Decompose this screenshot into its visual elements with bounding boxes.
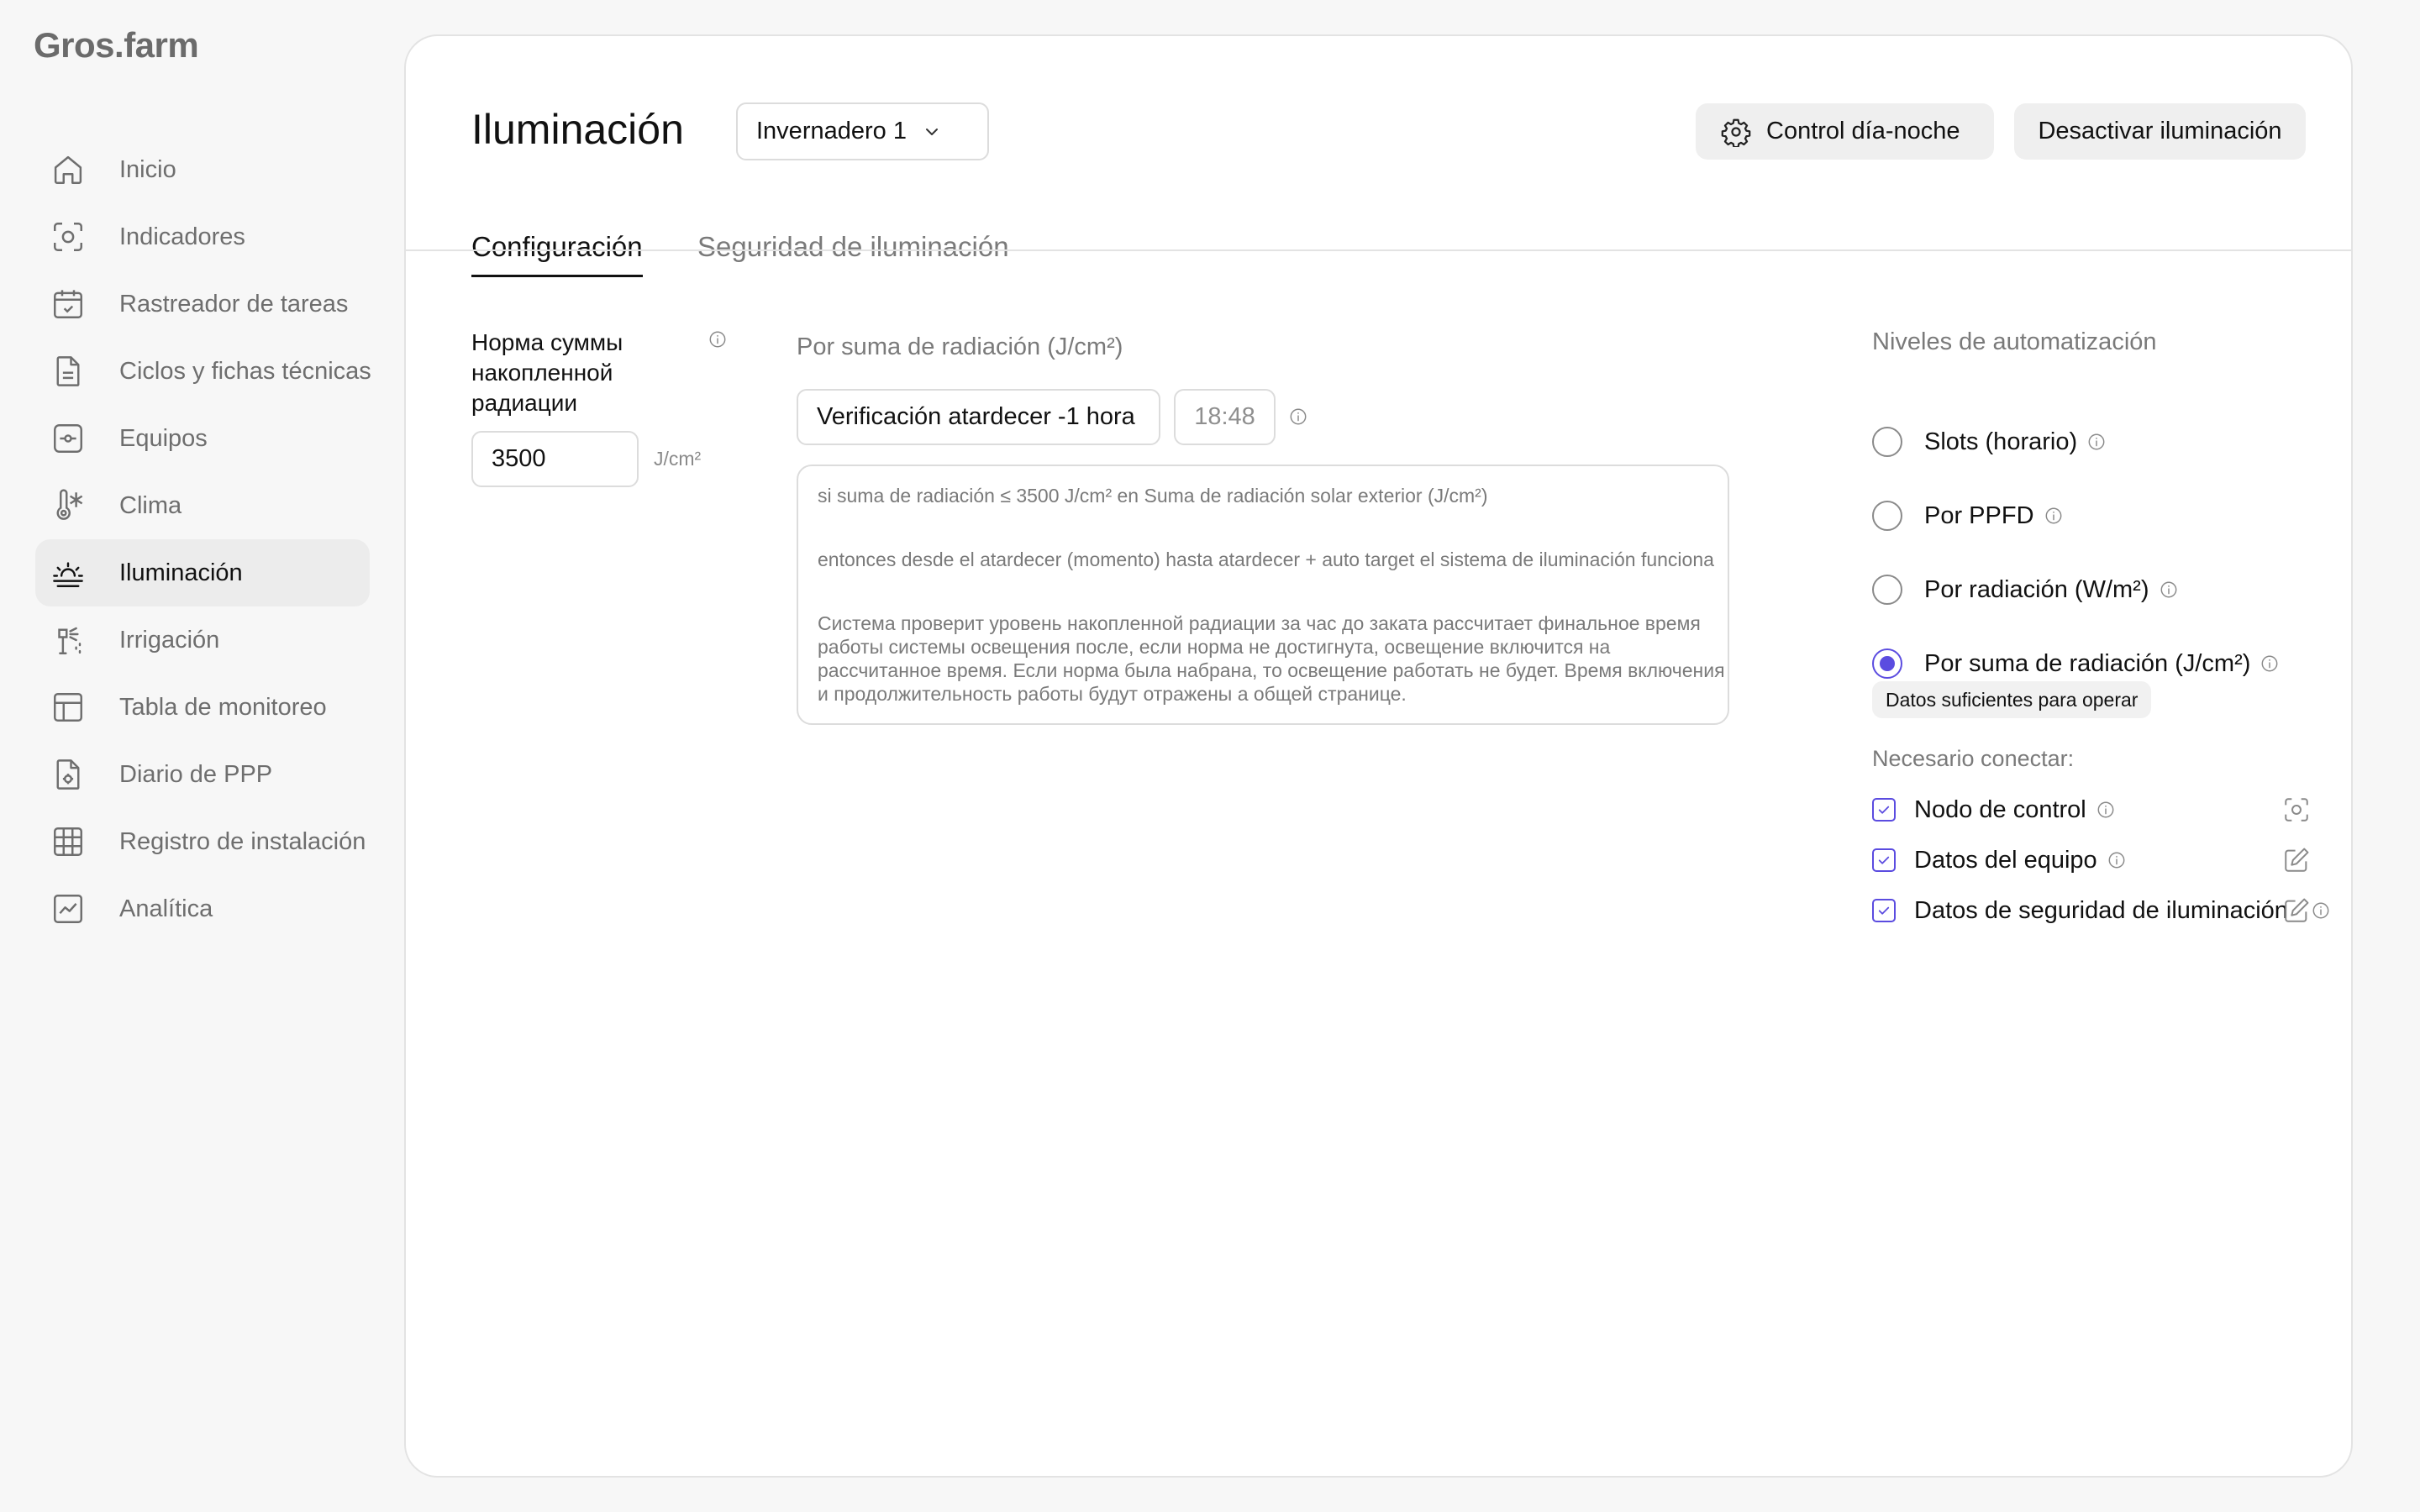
requirement-control-node: Nodo de control — [1872, 793, 2115, 827]
info-icon[interactable] — [708, 330, 727, 349]
chart-line-icon — [50, 891, 86, 927]
sidebar-item-label: Irrigación — [119, 626, 220, 654]
automation-option-radiation-sum[interactable]: Por suma de radiación (J/cm²) — [1872, 647, 2279, 680]
table-icon — [50, 690, 86, 725]
radio-label: Slots (horario) — [1924, 428, 2078, 455]
sidebar-item-label: Equipos — [119, 424, 208, 452]
sunrise-icon — [50, 555, 86, 591]
sidebar-item-indicadores[interactable]: Indicadores — [35, 203, 370, 270]
sidebar-item-ciclos[interactable]: Ciclos y fichas técnicas — [35, 338, 371, 405]
document-icon — [50, 354, 86, 389]
sidebar-item-diario-de-ppp[interactable]: Diario de PPP — [35, 741, 370, 808]
app-logo[interactable]: Gros.farm — [34, 25, 199, 66]
info-icon[interactable] — [2107, 851, 2126, 869]
rule-description-box: si suma de radiación ≤ 3500 J/cm² en Sum… — [797, 465, 1729, 725]
equipment-icon — [50, 421, 86, 456]
sidebar-item-equipos[interactable]: Equipos — [35, 405, 370, 472]
sidebar-item-inicio[interactable]: Inicio — [35, 136, 370, 203]
radio-label: Por suma de radiación (J/cm²) — [1924, 649, 2251, 677]
radio-button[interactable] — [1872, 501, 1902, 531]
edit-icon[interactable] — [2282, 896, 2311, 925]
sidebar-nav: Inicio Indicadores Rastreador de tareas … — [35, 136, 371, 942]
tab-active-indicator — [471, 275, 643, 277]
sidebar-item-analitica[interactable]: Analítica — [35, 875, 370, 942]
sidebar-item-label: Iluminación — [119, 559, 243, 586]
sunset-check-select[interactable]: Verificación atardecer -1 hora — [797, 389, 1160, 445]
info-icon[interactable] — [1289, 407, 1307, 426]
greenhouse-select-value: Invernadero 1 — [756, 118, 907, 144]
chevron-down-icon — [922, 122, 942, 142]
tab-configuracion[interactable]: Configuración — [471, 231, 643, 277]
page-title: Iluminación — [471, 106, 684, 153]
checkbox-label: Nodo de control — [1914, 795, 2086, 823]
rule-explanation-text: Система проверит уровень накопленной рад… — [818, 612, 1725, 705]
info-icon[interactable] — [2087, 433, 2106, 451]
sidebar-item-label: Inicio — [119, 155, 176, 183]
rule-condition-text: si suma de radiación ≤ 3500 J/cm² en Sum… — [818, 485, 1488, 507]
sidebar-item-rastreador-de-tareas[interactable]: Rastreador de tareas — [35, 270, 370, 338]
sidebar-item-label: Ciclos y fichas técnicas — [119, 357, 371, 385]
main-card: Iluminación Invernadero 1 Control día-no… — [404, 34, 2353, 1478]
info-icon[interactable] — [2312, 901, 2330, 920]
checkbox-label: Datos del equipo — [1914, 846, 2097, 874]
home-icon — [50, 152, 86, 187]
edit-icon[interactable] — [2282, 846, 2311, 874]
disable-lighting-button[interactable]: Desactivar iluminación — [2014, 103, 2306, 160]
sprinkler-icon — [50, 622, 86, 658]
info-icon[interactable] — [2044, 507, 2063, 525]
sidebar-item-clima[interactable]: Clima — [35, 472, 370, 539]
sidebar-item-label: Clima — [119, 491, 182, 519]
rule-title: Por suma de radiación (J/cm²) — [797, 333, 1123, 360]
status-badge: Datos suficientes para operar — [1872, 681, 2152, 718]
sidebar-item-irrigacion[interactable]: Irrigación — [35, 606, 370, 674]
tabs-divider — [406, 249, 2351, 251]
info-icon[interactable] — [2160, 580, 2178, 599]
gear-icon — [1721, 117, 1751, 147]
sidebar-item-label: Rastreador de tareas — [119, 290, 349, 318]
info-icon[interactable] — [2260, 654, 2279, 673]
calendar-check-icon — [50, 286, 86, 322]
sidebar-item-tabla-de-monitoreo[interactable]: Tabla de monitoreo — [35, 674, 370, 741]
sidebar-item-label: Analítica — [119, 895, 213, 922]
check-time-field[interactable]: 18:48 — [1174, 389, 1276, 445]
sensor-icon[interactable] — [2282, 795, 2311, 824]
day-night-control-label: Control día-noche — [1766, 118, 1960, 144]
requirement-lighting-safety-data: Datos de seguridad de iluminación — [1872, 894, 2288, 927]
tab-seguridad-de-iluminacion[interactable]: Seguridad de iluminación — [697, 231, 1009, 263]
sidebar-item-label: Indicadores — [119, 223, 245, 250]
thermometer-snow-icon — [50, 488, 86, 523]
automation-levels-title: Niveles de automatización — [1872, 328, 2157, 355]
checkbox[interactable] — [1872, 848, 1896, 872]
automation-option-slots[interactable]: Slots (horario) — [1872, 425, 2106, 459]
checkbox-label: Datos de seguridad de iluminación — [1914, 896, 2288, 924]
document-gear-icon — [50, 757, 86, 792]
radiation-norm-unit: J/cm² — [654, 448, 702, 470]
connect-required-title: Necesario conectar: — [1872, 746, 2075, 771]
requirement-equipment-data: Datos del equipo — [1872, 843, 2126, 877]
sidebar-item-label: Tabla de monitoreo — [119, 693, 327, 721]
sidebar-item-label: Registro de instalación — [119, 827, 366, 855]
checkbox[interactable] — [1872, 899, 1896, 922]
automation-option-ppfd[interactable]: Por PPFD — [1872, 499, 2063, 533]
sensor-icon — [50, 219, 86, 255]
radio-label: Por PPFD — [1924, 501, 2034, 529]
sidebar-item-label: Diario de PPP — [119, 760, 273, 788]
radio-label: Por radiación (W/m²) — [1924, 575, 2149, 603]
sidebar-item-registro-de-instalacion[interactable]: Registro de instalación — [35, 808, 370, 875]
checkbox[interactable] — [1872, 798, 1896, 822]
day-night-control-button[interactable]: Control día-noche — [1696, 103, 1994, 160]
radiation-norm-label: Норма суммы накопленной радиации — [471, 329, 623, 416]
tab-label: Configuración — [471, 231, 643, 262]
grid-icon — [50, 824, 86, 859]
radio-button-selected[interactable] — [1872, 648, 1902, 679]
automation-option-radiation[interactable]: Por radiación (W/m²) — [1872, 573, 2178, 606]
radio-button[interactable] — [1872, 427, 1902, 457]
radiation-norm-input[interactable] — [471, 431, 639, 487]
greenhouse-select[interactable]: Invernadero 1 — [736, 102, 989, 160]
radio-button[interactable] — [1872, 575, 1902, 605]
sidebar-item-iluminacion[interactable]: Iluminación — [35, 539, 370, 606]
info-icon[interactable] — [2096, 801, 2115, 819]
rule-action-text: entonces desde el atardecer (momento) ha… — [818, 549, 1714, 570]
